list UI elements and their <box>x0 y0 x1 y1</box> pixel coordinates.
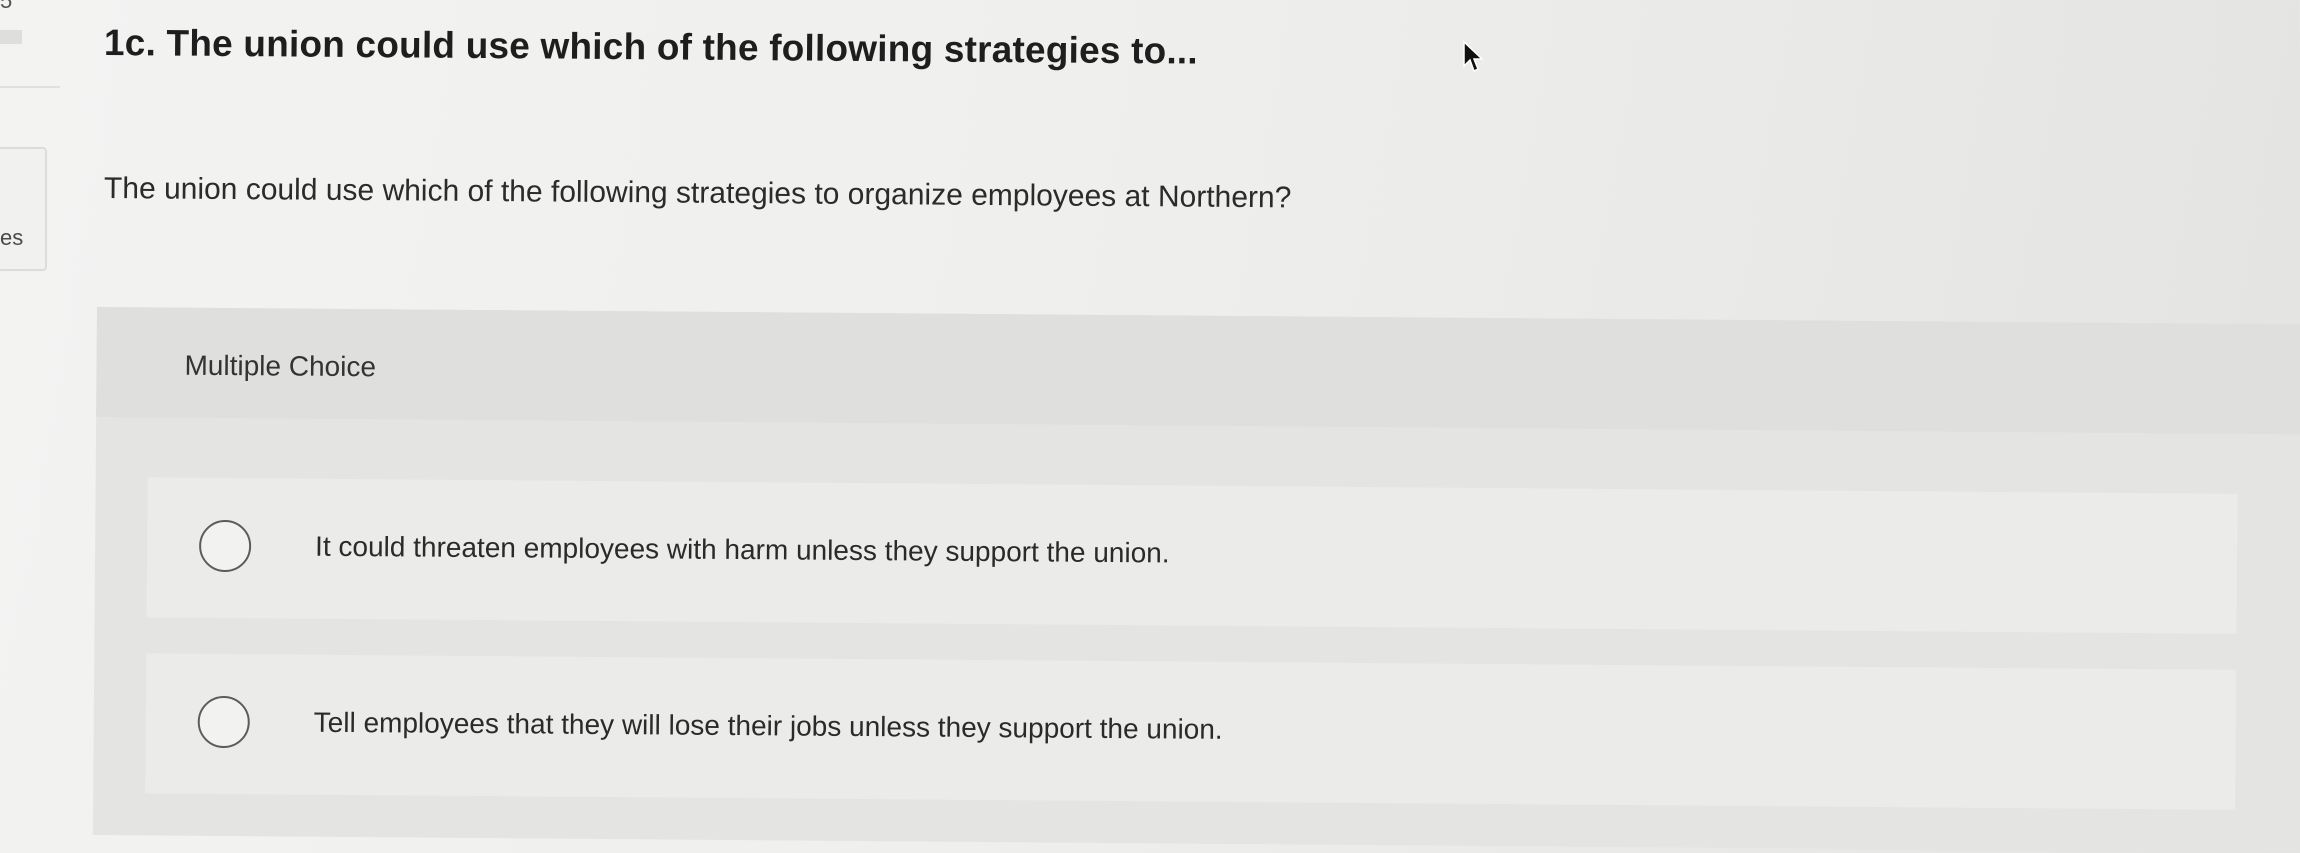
multiple-choice-panel: Multiple Choice It could threaten employ… <box>92 307 2300 853</box>
answer-option-text: Tell employees that they will lose their… <box>313 706 1223 745</box>
mouse-pointer-icon <box>1463 40 1484 73</box>
sidebar-partial-number: 5 <box>0 0 13 13</box>
sidebar-tab[interactable] <box>0 147 47 271</box>
sidebar-divider <box>0 86 60 88</box>
left-sidebar-partial: 5 es <box>0 0 90 853</box>
answer-option-text: It could threaten employees with harm un… <box>315 530 1170 569</box>
radio-circle-icon[interactable] <box>198 519 252 573</box>
multiple-choice-label: Multiple Choice <box>184 349 377 383</box>
sidebar-tab-label: es <box>0 225 24 250</box>
answer-option[interactable]: Tell employees that they will lose their… <box>145 653 2237 810</box>
radio-circle-icon[interactable] <box>197 695 250 749</box>
question-prompt: The union could use which of the followi… <box>103 172 1292 215</box>
sidebar-stub <box>0 30 22 44</box>
question-title: 1c. The union could use which of the fol… <box>103 22 1199 72</box>
multiple-choice-header: Multiple Choice <box>96 307 2300 435</box>
answer-option[interactable]: It could threaten employees with harm un… <box>146 477 2238 634</box>
